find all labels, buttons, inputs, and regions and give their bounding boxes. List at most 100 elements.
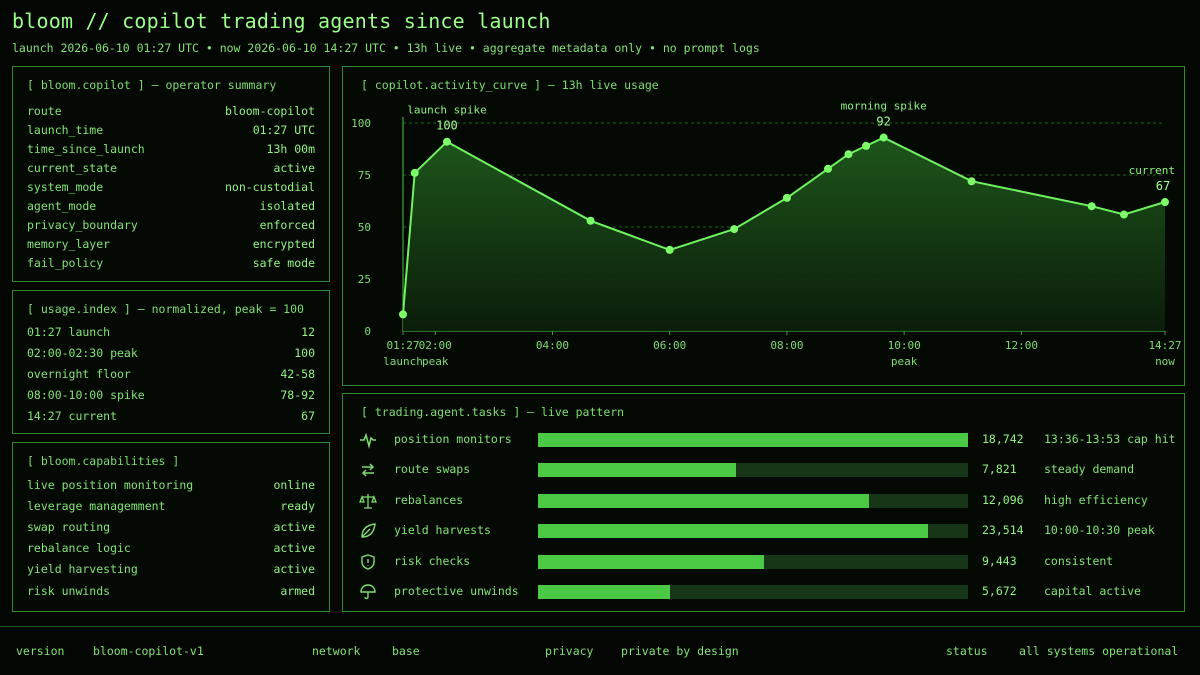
task-bar-track	[538, 463, 968, 478]
summary-key: privacy_boundary	[27, 217, 138, 232]
task-note: consistent	[1044, 553, 1114, 568]
annotation-value: 67	[1156, 179, 1170, 193]
footer-status-label: status	[946, 644, 988, 658]
summary-key: memory_layer	[27, 236, 111, 251]
summary-value: encrypted	[252, 236, 315, 251]
usage-value: 78-92	[280, 387, 315, 402]
x-tick-label: 12:00	[1005, 339, 1038, 352]
usage-index-title: [ usage.index ] — normalized, peak = 100	[27, 302, 304, 316]
data-point	[879, 133, 888, 142]
task-bar-fill	[538, 524, 928, 539]
capability-row: rebalance logic active	[27, 539, 315, 558]
usage-row: 14:27 current 67	[27, 406, 315, 425]
footer-privacy-value: private by design	[621, 644, 739, 658]
footer-network-value: base	[392, 644, 420, 658]
task-row: risk checks 9,443 consistent	[343, 549, 1184, 575]
usage-value: 67	[301, 408, 315, 423]
summary-value: non-custodial	[224, 179, 315, 194]
task-bar-track	[538, 524, 968, 539]
y-tick-label: 25	[358, 273, 371, 286]
task-note: capital active	[1044, 584, 1141, 598]
data-point	[1161, 198, 1169, 207]
x-tick-sublabel: launch	[383, 355, 423, 368]
task-label: risk checks	[394, 553, 471, 568]
task-bar-fill	[538, 433, 968, 447]
data-point	[1087, 202, 1096, 211]
footer-network-label: network	[312, 644, 361, 658]
capability-key: live position monitoring	[27, 477, 194, 492]
x-tick-label: 14:27	[1148, 339, 1181, 352]
activity-curve-chart: 0 25 50 75 100 01:27 launch 02:00 peak 04:00 06:00…	[351, 100, 1181, 368]
capability-value: ready	[280, 498, 315, 513]
summary-row: current_state active	[27, 158, 315, 177]
page-subtitle: launch 2026-06-10 01:27 UTC • now 2026-0…	[12, 41, 760, 55]
y-tick-label: 50	[358, 221, 371, 234]
activity-curve-panel: [ copilot.activity_curve ] — 13h live us…	[342, 66, 1185, 386]
summary-value: bloom-copilot	[224, 103, 315, 118]
footer-privacy-label: privacy	[545, 644, 594, 658]
trading-tasks-title: [ trading.agent.tasks ] — live pattern	[361, 405, 625, 419]
usage-value: 42-58	[280, 366, 315, 381]
x-tick-label: 01:27	[386, 339, 419, 352]
usage-value: 100	[294, 345, 315, 360]
usage-row: 01:27 launch 12	[27, 322, 315, 341]
summary-row: memory_layer encrypted	[27, 234, 315, 253]
usage-key: 02:00-02:30 peak	[27, 345, 138, 360]
activity-area	[403, 137, 1165, 331]
task-note: 10:00-10:30 peak	[1044, 523, 1155, 538]
data-point	[782, 193, 791, 202]
x-tick-sublabel: now	[1155, 355, 1175, 368]
capability-row: live position monitoring online	[27, 475, 315, 494]
capability-key: risk unwinds	[27, 583, 111, 598]
summary-value: enforced	[259, 217, 315, 232]
operator-summary-panel: [ bloom.copilot ] — operator summary rou…	[12, 66, 330, 282]
data-point	[1119, 210, 1128, 219]
footer-version-value: bloom-copilot-v1	[93, 644, 204, 658]
summary-row: privacy_boundary enforced	[27, 215, 315, 234]
usage-row: overnight floor 42-58	[27, 364, 315, 383]
capability-key: swap routing	[27, 519, 111, 534]
x-tick-label: 10:00	[888, 339, 921, 352]
task-bar-track	[538, 493, 968, 508]
task-count: 12,096	[982, 492, 1024, 507]
leaf-icon	[361, 523, 376, 538]
capability-row: yield harvesting active	[27, 560, 315, 579]
usage-row: 02:00-02:30 peak 100	[27, 343, 315, 362]
task-bar-track	[538, 554, 968, 569]
data-point	[844, 150, 853, 159]
capability-key: leverage managemment	[27, 498, 166, 513]
task-label: protective unwinds	[394, 584, 519, 598]
summary-key: fail_policy	[27, 255, 104, 270]
summary-key: time_since_launch	[27, 141, 145, 156]
y-tick-label: 0	[364, 325, 371, 338]
y-tick-label: 100	[351, 117, 371, 130]
task-row: route swaps 7,821 steady demand	[343, 457, 1184, 483]
data-point	[442, 137, 451, 146]
task-count: 23,514	[982, 523, 1024, 538]
capability-value: armed	[280, 583, 315, 598]
task-bar-fill	[538, 554, 764, 569]
annotation-label: current	[1129, 164, 1175, 177]
task-bar-fill	[538, 585, 670, 599]
capability-key: yield harvesting	[27, 562, 138, 577]
summary-value: active	[273, 160, 315, 175]
capability-row: risk unwinds armed	[27, 581, 315, 600]
annotation-label: morning spike	[841, 100, 927, 113]
shield-icon	[361, 553, 375, 570]
task-label: yield harvests	[394, 523, 491, 538]
task-count: 5,672	[982, 584, 1017, 598]
scale-icon	[359, 493, 377, 509]
pulse-icon	[360, 432, 376, 449]
task-row: rebalances 12,096 high efficiency	[343, 488, 1184, 514]
capability-value: active	[273, 519, 315, 534]
task-label: position monitors	[394, 432, 512, 446]
usage-key: 08:00-10:00 spike	[27, 387, 145, 402]
capabilities-panel: [ bloom.capabilities ] live position mon…	[12, 442, 330, 612]
usage-row: 08:00-10:00 spike 78-92	[27, 385, 315, 404]
summary-value: safe mode	[252, 255, 315, 270]
usage-key: 01:27 launch	[27, 324, 111, 339]
task-label: rebalances	[394, 492, 464, 507]
task-note: steady demand	[1044, 462, 1135, 477]
data-point	[399, 310, 407, 319]
footer-version-label: version	[16, 644, 65, 658]
